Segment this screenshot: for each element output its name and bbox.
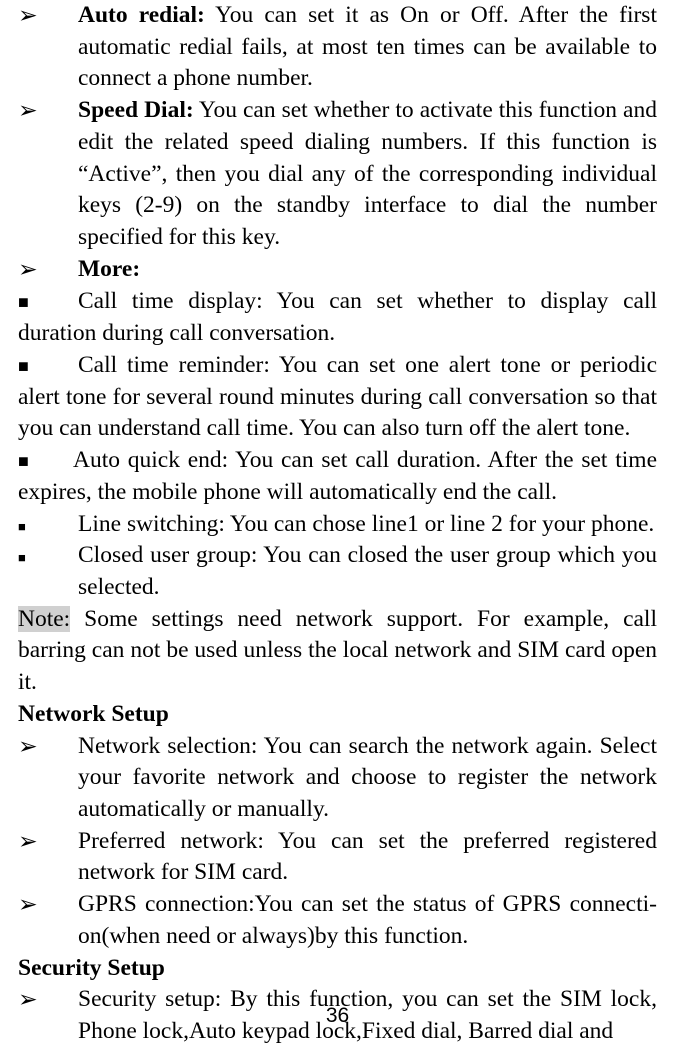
item-closed-user-group: ■ Closed user group: You can closed the … xyxy=(18,540,657,603)
auto-quick-end-text: Auto quick end: You can set call duratio… xyxy=(18,447,657,505)
item-call-time-display: ■Call time display: You can set whether … xyxy=(18,286,657,349)
item-speed-dial-text: Speed Dial: You can set whether to activ… xyxy=(78,95,657,254)
item-auto-quick-end: ■Auto quick end: You can set call durati… xyxy=(18,445,657,508)
bullet-arrow-icon: ➢ xyxy=(18,254,78,287)
closed-user-group-text: Closed user group: You can closed the us… xyxy=(78,540,657,603)
call-time-reminder-text: Call time reminder: You can set one aler… xyxy=(18,352,657,441)
note-text: Some settings need network support. For … xyxy=(18,606,657,695)
bullet-arrow-icon: ➢ xyxy=(18,0,78,95)
bullet-square-icon: ■ xyxy=(18,509,78,541)
security-setup-heading: Security Setup xyxy=(18,953,657,985)
gprs-connection-text: GPRS connection:You can set the status o… xyxy=(78,889,657,952)
preferred-network-text: Preferred network: You can set the prefe… xyxy=(78,826,657,889)
manual-page: ➢ Auto redial: You can set it as On or O… xyxy=(0,0,675,1036)
item-speed-dial: ➢ Speed Dial: You can set whether to act… xyxy=(18,95,657,254)
more-label: More: xyxy=(78,256,140,282)
item-line-switching: ■ Line switching: You can chose line1 or… xyxy=(18,509,657,541)
item-auto-redial-text: Auto redial: You can set it as On or Off… xyxy=(78,0,657,95)
bullet-square-icon: ■ xyxy=(18,540,78,603)
bullet-square-icon: ■ xyxy=(18,446,73,477)
item-auto-redial: ➢ Auto redial: You can set it as On or O… xyxy=(18,0,657,95)
auto-redial-label: Auto redial: xyxy=(78,2,205,28)
network-setup-heading: Network Setup xyxy=(18,699,657,731)
item-network-selection: ➢ Network selection: You can search the … xyxy=(18,731,657,826)
item-more-text: More: xyxy=(78,254,657,287)
call-time-display-text: Call time display: You can set whether t… xyxy=(18,288,657,346)
page-number: 36 xyxy=(0,1002,675,1030)
bullet-arrow-icon: ➢ xyxy=(18,889,78,952)
bullet-arrow-icon: ➢ xyxy=(18,95,78,254)
bullet-square-icon: ■ xyxy=(18,351,78,382)
item-call-time-reminder: ■Call time reminder: You can set one ale… xyxy=(18,350,657,445)
line-switching-text: Line switching: You can chose line1 or l… xyxy=(78,509,657,541)
item-more: ➢ More: xyxy=(18,254,657,287)
bullet-arrow-icon: ➢ xyxy=(18,826,78,889)
network-selection-text: Network selection: You can search the ne… xyxy=(78,731,657,826)
note-label: Note: xyxy=(18,606,70,632)
bullet-square-icon: ■ xyxy=(18,287,78,318)
bullet-arrow-icon: ➢ xyxy=(18,731,78,826)
item-preferred-network: ➢ Preferred network: You can set the pre… xyxy=(18,826,657,889)
speed-dial-label: Speed Dial: xyxy=(78,97,194,123)
item-gprs-connection: ➢ GPRS connection:You can set the status… xyxy=(18,889,657,952)
note-block: Note: Some settings need network support… xyxy=(18,604,657,699)
